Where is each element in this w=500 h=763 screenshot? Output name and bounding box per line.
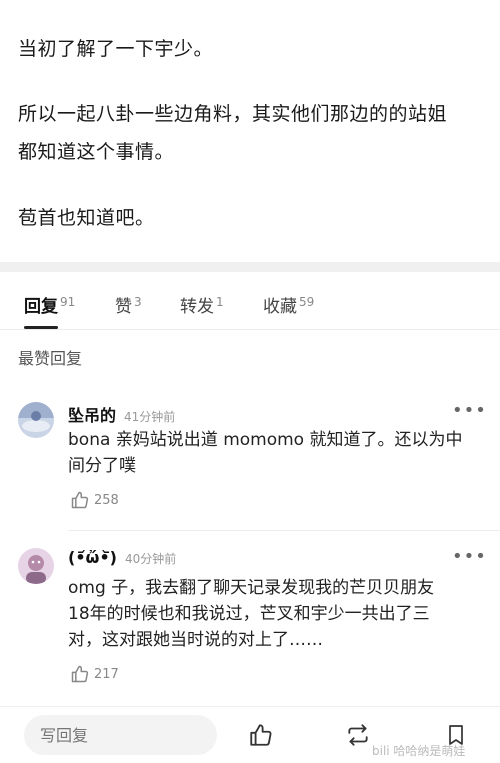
tab-count: 3 — [134, 295, 142, 309]
comment-divider — [68, 530, 500, 531]
comment-time: 41分钟前 — [124, 410, 176, 424]
post-line: 苞首也知道吧。 — [18, 207, 155, 229]
thumbs-up-icon — [250, 724, 272, 746]
interaction-tabs: 回复 91 赞3 转发 1 收藏 59 — [0, 272, 500, 330]
tab-label: 转发 — [180, 297, 214, 317]
like-post-button[interactable] — [247, 721, 275, 749]
comment-text: omg 子，我去翻了聊天记录发现我的芒贝贝朋友 18年的时候也和我说过，芒叉和宇… — [68, 575, 480, 653]
comment-text: bona 亲妈站说出道 momomo 就知道了。还以为中 间分了噗 — [68, 427, 480, 479]
comment-line: omg 子，我去翻了聊天记录发现我的芒贝贝朋友 — [68, 578, 435, 598]
tab-label: 收藏 — [263, 297, 297, 317]
thumbs-up-icon — [71, 491, 89, 509]
more-icon[interactable]: ••• — [452, 400, 487, 421]
more-icon[interactable]: ••• — [452, 546, 487, 567]
thumbs-up-icon — [71, 665, 89, 683]
like-count: 217 — [94, 666, 119, 682]
comment-username: (•᷄ὤ•᷅) — [68, 548, 117, 567]
comment-username: 坠吊的 — [68, 406, 117, 425]
post-line: 都知道这个事情。 — [18, 141, 175, 163]
tab-count: 1 — [216, 295, 224, 309]
comment-line: 18年的时候也和我说过，芒叉和宇少一共出了三 — [68, 604, 430, 624]
like-count: 258 — [94, 492, 119, 508]
post-line: 所以一起八卦一些边角料，其实他们那边的的站姐 — [18, 103, 448, 125]
tab-reposts[interactable]: 转发 1 — [180, 292, 224, 317]
repost-button[interactable] — [344, 721, 372, 749]
section-title: 最赞回复 — [18, 349, 83, 368]
like-button[interactable]: 217 — [70, 664, 119, 684]
tab-likes[interactable]: 赞3 — [115, 292, 142, 317]
tab-replies[interactable]: 回复 91 — [24, 292, 75, 317]
comment-line: bona 亲妈站说出道 momomo 就知道了。还以为中 — [68, 430, 463, 450]
comment-line: 间分了噗 — [68, 456, 136, 476]
avatar[interactable] — [18, 548, 54, 584]
tab-label: 赞 — [115, 297, 132, 317]
comment-author[interactable]: 坠吊的 41分钟前 — [68, 402, 175, 426]
repost-icon — [348, 724, 368, 746]
tab-count: 91 — [60, 295, 76, 309]
comment-time: 40分钟前 — [124, 552, 177, 566]
active-tab-indicator — [24, 326, 58, 329]
post-content: 当初了解了一下宇少。 所以一起八卦一些边角料，其实他们那边的的站姐 都知道这个事… — [0, 0, 500, 262]
tab-count: 59 — [299, 295, 315, 309]
avatar[interactable] — [18, 402, 54, 438]
comment-author[interactable]: (•᷄ὤ•᷅) 40分钟前 — [68, 548, 176, 567]
section-divider — [0, 262, 500, 272]
watermark: bili 哈哈纳是萌娃 — [372, 744, 466, 758]
post-line: 当初了解了一下宇少。 — [18, 38, 214, 60]
tab-favorites[interactable]: 收藏 59 — [263, 292, 314, 317]
comment-line: 对，这对跟她当时说的对上了…… — [68, 630, 323, 650]
like-button[interactable]: 258 — [70, 490, 119, 510]
tab-label: 回复 — [24, 297, 58, 317]
reply-input[interactable] — [24, 715, 217, 755]
